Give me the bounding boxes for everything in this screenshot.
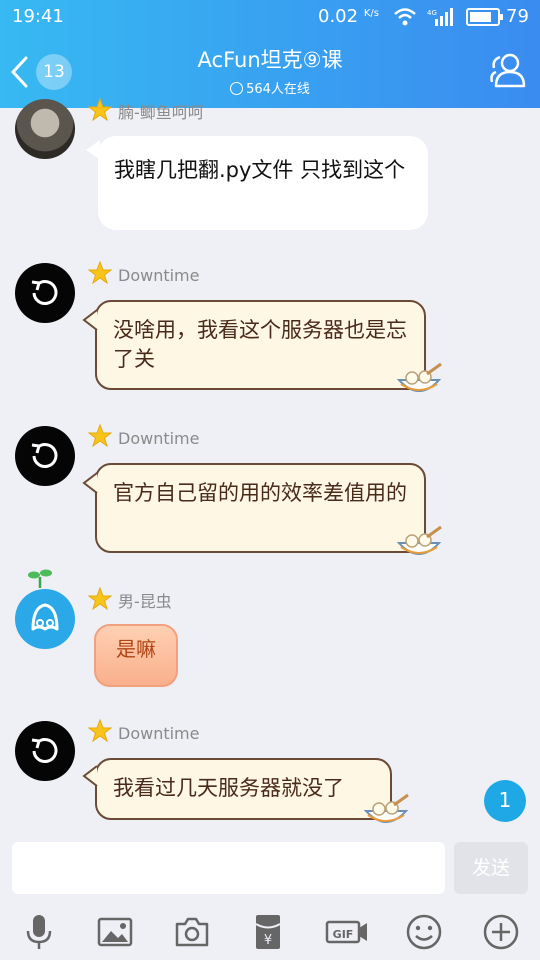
svg-text:4G: 4G [427, 9, 437, 17]
message-bubble[interactable]: 我看过几天服务器就没了 [95, 758, 392, 820]
emoji-icon[interactable] [404, 912, 444, 952]
tangyuan-bowl-icon [396, 362, 442, 392]
avatar[interactable] [15, 426, 75, 486]
sender-name: Downtime [88, 261, 199, 285]
bubble-tail [82, 765, 98, 787]
svg-text:¥: ¥ [264, 933, 272, 948]
bubble-tail [82, 309, 98, 331]
battery-fill [470, 12, 491, 22]
signal-icon: 4G [427, 8, 453, 26]
message-bubble[interactable]: 我瞎几把翻.py文件 只找到这个 [98, 136, 428, 230]
refresh-icon [31, 738, 58, 763]
tangyuan-bowl-icon [396, 525, 442, 555]
star-badge-icon [88, 587, 112, 611]
battery-percent: 79 [506, 6, 529, 27]
gif-icon[interactable]: GIF [325, 912, 369, 952]
net-speed: 0.02 K/s [318, 6, 379, 27]
sender-name: 男-昆虫 [88, 587, 172, 612]
wifi-icon [394, 8, 416, 26]
avatar[interactable] [15, 721, 75, 781]
mic-icon[interactable] [19, 912, 59, 952]
message-bubble[interactable]: 是嘛 [94, 624, 178, 687]
sender-name: 腩-鲫鱼呵呵 [88, 98, 204, 123]
avatar[interactable] [15, 263, 75, 323]
new-message-badge[interactable]: 1 [484, 780, 526, 822]
bubble-tail [82, 472, 98, 494]
online-icon [230, 82, 244, 95]
tangyuan-bowl-icon [363, 793, 409, 823]
refresh-icon [31, 280, 58, 305]
send-button[interactable]: 发送 [454, 842, 528, 894]
status-bar: 19:41 0.02 K/s 4G 79 [0, 0, 540, 34]
star-badge-icon [88, 261, 112, 285]
composer-toolbar: ¥ GIF [0, 904, 540, 960]
sender-name: Downtime [88, 719, 199, 743]
members-icon[interactable] [488, 52, 528, 88]
star-badge-icon [88, 98, 112, 122]
chat-title: AcFun坦克⑨课 [197, 48, 343, 72]
message-bubble[interactable]: 没啥用，我看这个服务器也是忘了关 [95, 300, 426, 390]
image-icon[interactable] [95, 912, 135, 952]
message-bubble[interactable]: 官方自己留的用的效率差值用的 [95, 463, 426, 553]
online-count: 564人在线 [0, 78, 540, 97]
message-input[interactable] [12, 842, 445, 894]
chat-header: 19:41 0.02 K/s 4G 79 13 AcFun坦克⑨课 564人在线 [0, 0, 540, 108]
star-badge-icon [88, 424, 112, 448]
plus-icon[interactable] [481, 912, 521, 952]
battery-icon [466, 8, 503, 26]
camera-icon[interactable] [172, 912, 212, 952]
ghost-face-icon [31, 603, 59, 631]
avatar[interactable] [15, 99, 75, 159]
red-packet-icon[interactable]: ¥ [248, 912, 288, 952]
avatar[interactable] [15, 589, 75, 649]
sprout-icon [28, 569, 52, 588]
refresh-icon [31, 443, 58, 468]
sender-name: Downtime [88, 424, 199, 448]
status-time: 19:41 [12, 6, 64, 27]
svg-text:GIF: GIF [333, 928, 354, 941]
composer-bar: 发送 [0, 832, 540, 904]
star-badge-icon [88, 719, 112, 743]
